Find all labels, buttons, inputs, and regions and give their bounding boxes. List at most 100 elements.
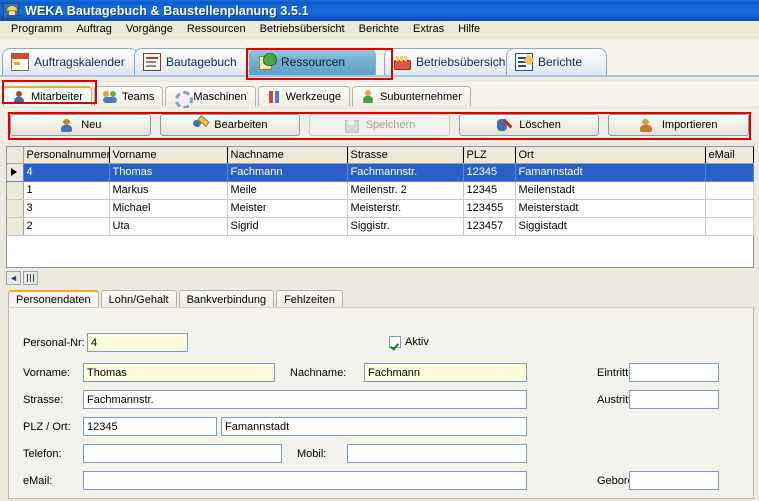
row-selector[interactable] [7, 199, 24, 218]
cell-personalnummer[interactable]: 3 [23, 199, 110, 218]
grid-col-nachname[interactable]: Nachname [227, 147, 348, 164]
label-strasse: Strasse: [23, 394, 64, 406]
cell-strasse[interactable]: Fachmannstr. [347, 163, 464, 182]
tab-auftragskalender[interactable]: Auftragskalender [2, 48, 138, 75]
tab-berichte[interactable]: Berichte [506, 48, 608, 75]
cell-strasse[interactable]: Meisterstr. [347, 199, 464, 218]
cell-strasse[interactable]: Siggistr. [347, 217, 464, 236]
tab-ressourcen[interactable]: Ressourcen [249, 48, 377, 75]
menu-berichte[interactable]: Berichte [352, 22, 406, 37]
cell-nachname[interactable]: Sigrid [227, 217, 348, 236]
new-button[interactable]: Neu [10, 114, 151, 136]
telefon-field[interactable] [83, 444, 282, 463]
label-eintritt: Eintritt [597, 367, 629, 379]
employee-data-grid[interactable]: Personalnummer Vorname Nachname Strasse … [6, 146, 754, 268]
subtab-maschinen[interactable]: Maschinen [165, 86, 256, 109]
personal-nr-field[interactable]: 4 [87, 333, 188, 352]
grid-col-vorname[interactable]: Vorname [109, 147, 228, 164]
row-selector[interactable] [7, 181, 24, 200]
delete-button-label: Löschen [519, 119, 561, 131]
subtab-teams[interactable]: Teams [93, 86, 164, 106]
row-selector[interactable] [7, 163, 24, 182]
detail-tab-strip: Personendaten Lohn/Gehalt Bankverbindung… [8, 288, 754, 308]
cell-nachname[interactable]: Fachmann [227, 163, 348, 182]
edit-button[interactable]: Bearbeiten [159, 114, 301, 136]
delete-button[interactable]: Löschen [458, 114, 600, 136]
grid-col-email[interactable]: eMail [705, 147, 754, 164]
cell-ort[interactable]: Meilenstadt [515, 181, 706, 200]
cell-email[interactable] [705, 199, 754, 218]
subtab-werkzeuge-label: Werkzeuge [285, 90, 342, 103]
ort-field[interactable]: Famannstadt [221, 417, 527, 436]
table-row[interactable]: 2 Uta Sigrid Siggistr. 123457 Siggistadt [7, 217, 754, 236]
cell-ort[interactable]: Famannstadt [515, 163, 706, 182]
mobil-field[interactable] [347, 444, 527, 463]
menu-ressourcen[interactable]: Ressourcen [180, 22, 253, 37]
cell-personalnummer[interactable]: 2 [23, 217, 110, 236]
austritt-field[interactable] [629, 390, 719, 409]
cell-email[interactable] [705, 217, 754, 236]
cell-strasse[interactable]: Meilenstr. 2 [347, 181, 464, 200]
grid-col-strasse[interactable]: Strasse [347, 147, 464, 164]
import-button[interactable]: Importieren [608, 114, 749, 136]
grid-prev-button[interactable]: ◄ [6, 271, 21, 285]
cell-email[interactable] [705, 181, 754, 200]
subtab-werkzeuge[interactable]: Werkzeuge [257, 86, 351, 106]
cell-ort[interactable]: Siggistadt [515, 217, 706, 236]
cell-vorname[interactable]: Thomas [109, 163, 228, 182]
tab-personendaten[interactable]: Personendaten [8, 290, 99, 308]
cell-plz[interactable]: 123457 [463, 217, 516, 236]
cell-plz[interactable]: 123455 [463, 199, 516, 218]
cell-vorname[interactable]: Uta [109, 217, 228, 236]
menu-vorgaenge[interactable]: Vorgänge [119, 22, 180, 37]
row-selector[interactable] [7, 217, 24, 236]
email-field[interactable] [83, 471, 527, 490]
cell-plz[interactable]: 12345 [463, 181, 516, 200]
aktiv-checkbox-row[interactable]: Aktiv [389, 336, 429, 348]
cell-plz[interactable]: 12345 [463, 163, 516, 182]
grid-col-plz[interactable]: PLZ [463, 147, 516, 164]
nachname-field[interactable]: Fachmann [364, 363, 527, 382]
label-vorname: Vorname: [23, 367, 71, 379]
strasse-field[interactable]: Fachmannstr. [83, 390, 527, 409]
tab-fehlzeiten[interactable]: Fehlzeiten [276, 290, 343, 308]
menu-hilfe[interactable]: Hilfe [451, 22, 487, 37]
menu-bar: Programm Auftrag Vorgänge Ressourcen Bet… [0, 21, 759, 38]
cell-personalnummer[interactable]: 4 [23, 163, 110, 182]
grid-col-ort[interactable]: Ort [515, 147, 706, 164]
cell-ort[interactable]: Meisterstadt [515, 199, 706, 218]
grid-col-personalnummer[interactable]: Personalnummer [23, 147, 110, 164]
table-row[interactable]: 1 Markus Meile Meilenstr. 2 12345 Meilen… [7, 181, 754, 200]
cell-email[interactable] [705, 163, 754, 182]
tab-lohn-gehalt[interactable]: Lohn/Gehalt [100, 290, 177, 308]
cell-vorname[interactable]: Markus [109, 181, 228, 200]
tab-betriebsuebersicht-label: Betriebsübersicht [416, 55, 509, 69]
tab-betriebsuebersicht[interactable]: Betriebsübersicht [384, 48, 522, 75]
sub-tab-strip: Mitarbeiter Teams Maschinen Werkzeuge Su… [0, 82, 759, 109]
new-person-icon [59, 118, 74, 133]
geboren-field[interactable] [629, 471, 719, 490]
eintritt-field[interactable] [629, 363, 719, 382]
delete-person-icon [497, 118, 512, 133]
cell-nachname[interactable]: Meile [227, 181, 348, 200]
plz-field[interactable]: 12345 [83, 417, 217, 436]
table-row[interactable]: 4 Thomas Fachmann Fachmannstr. 12345 Fam… [7, 163, 754, 182]
subtab-mitarbeiter[interactable]: Mitarbeiter [3, 86, 92, 106]
grid-columns-button[interactable] [23, 271, 38, 285]
cell-nachname[interactable]: Meister [227, 199, 348, 218]
tab-bankverbindung[interactable]: Bankverbindung [178, 290, 275, 308]
menu-betriebsuebersicht[interactable]: Betriebsübersicht [253, 22, 352, 37]
menu-extras[interactable]: Extras [406, 22, 451, 37]
aktiv-checkbox[interactable] [389, 336, 401, 348]
tab-bautagebuch[interactable]: Bautagebuch [134, 48, 250, 75]
team-icon [102, 90, 117, 104]
label-email: eMail: [23, 475, 53, 487]
cell-personalnummer[interactable]: 1 [23, 181, 110, 200]
table-row[interactable]: 3 Michael Meister Meisterstr. 123455 Mei… [7, 199, 754, 218]
vorname-field[interactable]: Thomas [83, 363, 275, 382]
menu-auftrag[interactable]: Auftrag [69, 22, 118, 37]
subtab-subunternehmer[interactable]: Subunternehmer [352, 86, 471, 106]
cell-vorname[interactable]: Michael [109, 199, 228, 218]
menu-programm[interactable]: Programm [4, 22, 69, 37]
save-button-label: Speichern [365, 119, 416, 131]
